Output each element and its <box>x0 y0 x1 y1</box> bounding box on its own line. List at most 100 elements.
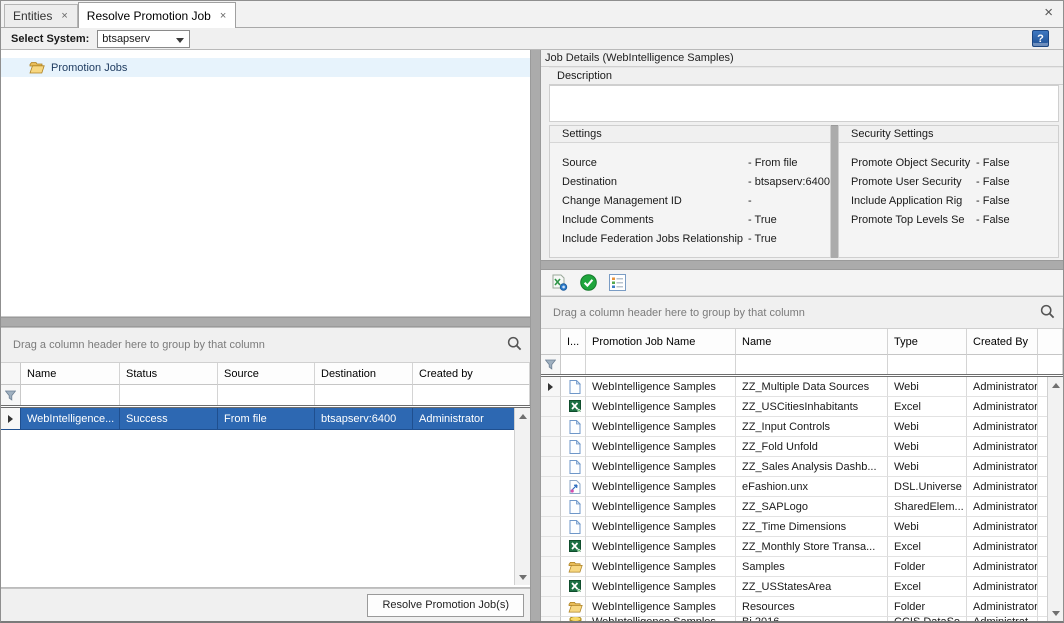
table-row[interactable]: WebIntelligence SamplesZZ_USStatesAreaEx… <box>541 577 1063 597</box>
setting-value: - <box>748 195 752 207</box>
table-cell: ZZ_Time Dimensions <box>736 517 888 537</box>
horizontal-splitter[interactable] <box>541 260 1063 270</box>
left-bottom-bar: Resolve Promotion Job(s) <box>1 588 530 621</box>
row-marker <box>541 457 561 477</box>
webi-doc-icon <box>567 420 583 434</box>
filter-row <box>541 355 1063 377</box>
table-cell: WebIntelligence Samples <box>586 597 736 617</box>
filter-cell[interactable] <box>315 385 413 405</box>
table-row[interactable]: WebIntelligence SampleseFashion.unxDSL.U… <box>541 477 1063 497</box>
header-filler <box>1038 329 1063 355</box>
security-setting-row: Promote Object Security- False <box>851 153 1058 172</box>
column-header-type[interactable]: Type <box>888 329 967 355</box>
table-cell: ZZ_USStatesArea <box>736 577 888 597</box>
table-row[interactable]: WebIntelligence SamplesZZ_Multiple Data … <box>541 377 1063 397</box>
vertical-scrollbar[interactable] <box>514 408 530 585</box>
filter-icon <box>1 385 21 405</box>
filter-cell[interactable] <box>21 385 120 405</box>
scroll-up-button[interactable] <box>515 408 530 424</box>
scroll-down-button[interactable] <box>1048 605 1063 621</box>
table-row[interactable]: WebIntelligence SamplesZZ_SAPLogoSharedE… <box>541 497 1063 517</box>
system-select[interactable]: btsapserv <box>97 30 190 48</box>
object-type-icon-cell <box>561 517 586 537</box>
column-header-source[interactable]: Source <box>218 363 315 385</box>
table-row[interactable]: WebIntelligence SamplesZZ_USCitiesInhabi… <box>541 397 1063 417</box>
filter-cell[interactable] <box>413 385 530 405</box>
setting-row: Include Comments- True <box>562 210 830 229</box>
row-marker <box>541 397 561 417</box>
export-to-excel-icon[interactable] <box>549 273 569 293</box>
filter-cell[interactable] <box>888 355 967 374</box>
setting-value: - From file <box>748 157 798 169</box>
tab-resolve-promotion-job[interactable]: Resolve Promotion Job × <box>78 2 237 28</box>
folder-open-icon <box>29 61 45 74</box>
table-cell: Excel <box>888 397 967 417</box>
tree-item-label: Promotion Jobs <box>51 62 127 74</box>
tab-entities[interactable]: Entities × <box>4 4 78 27</box>
object-type-icon-cell <box>561 617 586 621</box>
folder-icon <box>567 561 583 573</box>
window-close-icon[interactable]: × <box>1044 5 1053 20</box>
filter-cell[interactable] <box>120 385 218 405</box>
scroll-down-button[interactable] <box>515 569 530 585</box>
table-row[interactable]: WebIntelligence SamplesBi 2016CCIS.DataS… <box>541 617 1063 621</box>
tab-close-icon[interactable]: × <box>60 10 68 22</box>
table-cell: Excel <box>888 537 967 557</box>
table-row[interactable]: WebIntelligence...SuccessFrom filebtsaps… <box>1 408 530 430</box>
object-type-icon-cell <box>561 477 586 497</box>
filter-cell[interactable] <box>218 385 315 405</box>
setting-value: - True <box>748 233 777 245</box>
folder-icon <box>567 601 583 613</box>
setting-value: - btsapserv:6400 <box>748 176 830 188</box>
security-setting-value: - False <box>976 195 1010 207</box>
help-button[interactable]: ? <box>1032 30 1049 47</box>
search-icon[interactable] <box>1040 304 1055 322</box>
table-row[interactable]: WebIntelligence SamplesZZ_Sales Analysis… <box>541 457 1063 477</box>
table-row[interactable]: WebIntelligence SamplesZZ_Monthly Store … <box>541 537 1063 557</box>
table-row[interactable]: WebIntelligence SamplesResourcesFolderAd… <box>541 597 1063 617</box>
search-icon[interactable] <box>507 336 522 354</box>
table-row[interactable]: WebIntelligence SamplesZZ_Time Dimension… <box>541 517 1063 537</box>
filter-cell[interactable] <box>561 355 586 374</box>
column-header-name[interactable]: Name <box>21 363 120 385</box>
selected-row-marker-icon <box>8 415 13 423</box>
details-list-icon[interactable] <box>607 273 627 293</box>
commit-check-icon[interactable] <box>578 273 598 293</box>
filter-cell[interactable] <box>1038 355 1063 374</box>
table-cell: Folder <box>888 597 967 617</box>
table-row[interactable]: WebIntelligence SamplesSamplesFolderAdmi… <box>541 557 1063 577</box>
job-details-pane: Job Details (WebIntelligence Samples) De… <box>541 50 1063 621</box>
table-cell: WebIntelligence Samples <box>586 577 736 597</box>
webi-doc-icon <box>567 440 583 454</box>
tree-item-promotion-jobs[interactable]: Promotion Jobs <box>1 58 530 77</box>
column-header-name[interactable]: Name <box>736 329 888 355</box>
row-marker <box>541 477 561 497</box>
column-header-created-by[interactable]: Created By <box>967 329 1038 355</box>
filter-cell[interactable] <box>586 355 736 374</box>
horizontal-splitter[interactable] <box>1 317 530 327</box>
scroll-up-button[interactable] <box>1048 377 1063 393</box>
column-header-i-[interactable]: I... <box>561 329 586 355</box>
table-cell: Excel <box>888 577 967 597</box>
column-header-destination[interactable]: Destination <box>315 363 413 385</box>
vertical-splitter[interactable] <box>530 50 541 621</box>
filter-cell[interactable] <box>967 355 1038 374</box>
resolve-promotion-jobs-button[interactable]: Resolve Promotion Job(s) <box>367 594 524 617</box>
table-cell: ZZ_Monthly Store Transa... <box>736 537 888 557</box>
table-row[interactable]: WebIntelligence SamplesZZ_Fold UnfoldWeb… <box>541 437 1063 457</box>
object-type-icon-cell <box>561 597 586 617</box>
table-cell: ZZ_SAPLogo <box>736 497 888 517</box>
system-bar: Select System: btsapserv ? <box>1 28 1063 50</box>
security-setting-value: - False <box>976 157 1010 169</box>
webi-doc-icon <box>567 500 583 514</box>
object-type-icon-cell <box>561 437 586 457</box>
table-cell: Administrator <box>967 577 1038 597</box>
filter-cell[interactable] <box>736 355 888 374</box>
column-header-promotion-job-name[interactable]: Promotion Job Name <box>586 329 736 355</box>
column-header-status[interactable]: Status <box>120 363 218 385</box>
vertical-scrollbar[interactable] <box>1047 377 1063 621</box>
table-cell: Administrator <box>967 557 1038 577</box>
table-row[interactable]: WebIntelligence SamplesZZ_Input Controls… <box>541 417 1063 437</box>
tab-close-icon[interactable]: × <box>219 10 227 22</box>
column-header-created-by[interactable]: Created by <box>413 363 530 385</box>
